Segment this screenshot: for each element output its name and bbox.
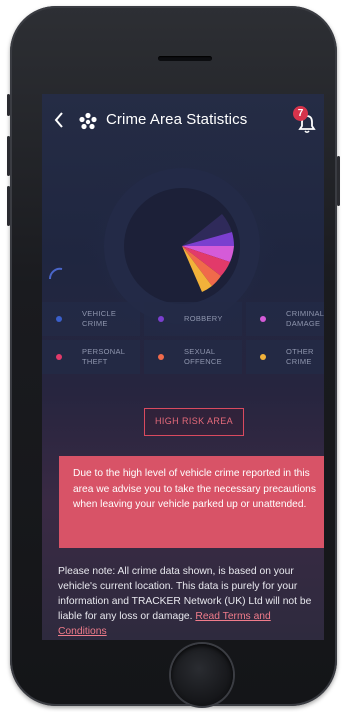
legend-item-vehicle-crime[interactable]: VEHICLE CRIME <box>42 302 140 336</box>
chart-accent-arc <box>48 267 63 280</box>
legend-dot <box>158 354 164 360</box>
risk-advice-banner: Due to the high level of vehicle crime r… <box>59 456 324 548</box>
power-button <box>337 156 340 206</box>
legend-item-sexual-offence[interactable]: SEXUAL OFFENCE <box>144 340 242 374</box>
earpiece-speaker <box>158 56 212 61</box>
legend-dot <box>260 354 266 360</box>
page-title: Crime Area Statistics <box>106 111 248 128</box>
disclaimer-body: Please note: All crime data shown, is ba… <box>58 566 312 622</box>
legend-dot <box>260 316 266 322</box>
back-chevron-icon[interactable] <box>54 112 66 130</box>
legend-item-personal-theft[interactable]: PERSONAL THEFT <box>42 340 140 374</box>
notifications-button[interactable]: 7 <box>292 106 318 136</box>
legend-item-other-crime[interactable]: OTHER CRIME <box>246 340 324 374</box>
category-legend: VEHICLE CRIME ROBBERY CRIMINAL DAMAGE PE… <box>42 302 324 402</box>
notification-count-badge: 7 <box>293 106 308 121</box>
volume-down-button <box>7 186 10 226</box>
volume-up-button <box>7 136 10 176</box>
app-screen: Crime Area Statistics 7 VEHICLE CRIME RO… <box>42 94 324 640</box>
legend-item-criminal-damage[interactable]: CRIMINAL DAMAGE <box>246 302 324 336</box>
risk-level-badge: HIGH RISK AREA <box>144 408 244 436</box>
legend-dot <box>158 316 164 322</box>
silent-switch <box>7 94 10 116</box>
legend-item-robbery[interactable]: ROBBERY <box>144 302 242 336</box>
legend-dot <box>56 354 62 360</box>
disclaimer-text: Please note: All crime data shown, is ba… <box>58 564 318 639</box>
home-button[interactable] <box>171 644 233 706</box>
legend-dot <box>56 316 62 322</box>
phone-frame: Crime Area Statistics 7 VEHICLE CRIME RO… <box>7 6 340 706</box>
app-logo-icon <box>78 112 98 132</box>
